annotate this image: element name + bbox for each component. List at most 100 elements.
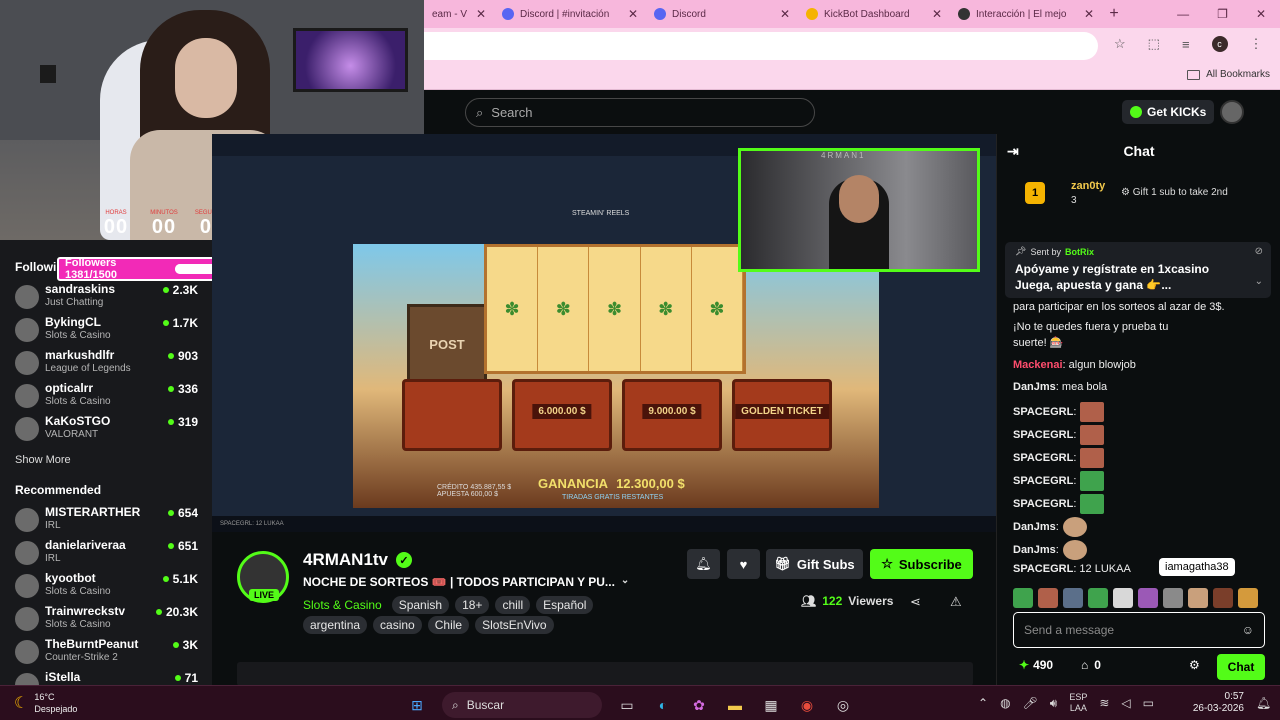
extensions-icon[interactable]: ⬚ [1148,36,1160,52]
get-kicks-button[interactable]: Get KICKs [1122,100,1215,124]
video-player[interactable]: STEAMIN' REELS POST ✽ ✽ ✽ ✽ ✽ 6.000.00 $… [212,134,996,532]
gifter-name[interactable]: zan0ty [1071,180,1105,192]
windows-start-icon[interactable]: ⊞ [406,694,428,716]
user-avatar[interactable] [1220,100,1244,124]
emote-icon[interactable] [1138,588,1158,608]
notifications-icon[interactable]: 🔔︎ [1256,696,1271,710]
sidebar-channel[interactable]: opticalrr Slots & Casino 336 [15,381,205,411]
category-link[interactable]: Slots & Casino [303,596,386,614]
gift-prompt[interactable]: ⚙ Gift 1 sub to take 2nd [1121,187,1228,198]
sidebar-channel[interactable]: kyootbot Slots & Casino 5.1K [15,571,205,601]
sidebar-channel[interactable]: Trainwreckstv Slots & Casino 20.3K [15,604,205,634]
hide-icon[interactable]: ⊘ [1255,246,1263,257]
task-view-icon[interactable]: ▭ [616,694,638,716]
store-icon[interactable]: ▦ [760,694,782,716]
channel-name[interactable]: 4RMAN1tv [303,550,388,570]
search-input[interactable]: ⌕ Search [465,98,815,127]
edge-icon[interactable]: ◐ [652,694,674,716]
close-window-icon[interactable]: ✕ [1256,7,1266,21]
follow-button[interactable]: ♥ [727,549,760,579]
browser-tab[interactable]: Discord | #invitación ✕ [494,0,646,28]
close-icon[interactable]: ✕ [628,7,638,21]
sidebar-channel[interactable]: sandraskins Just Chatting 2.3K [15,282,205,312]
message-user[interactable]: DanJms [1013,381,1056,393]
bookmark-star-icon[interactable]: ☆ [1114,36,1126,52]
chevron-up-icon[interactable]: ⌃ [978,696,988,710]
message-user[interactable]: SPACEGRL [1013,452,1073,464]
browser-tab[interactable]: eam - V ✕ [424,0,494,28]
tag[interactable]: casino [373,616,422,634]
store-points[interactable]: ⌂ 0 [1081,658,1101,672]
weather-widget[interactable]: ☾ 16°C Despejado [14,691,77,715]
message-user[interactable]: SPACEGRL [1013,475,1073,487]
tag[interactable]: Español [536,596,594,614]
all-bookmarks[interactable]: All Bookmarks [1187,69,1270,80]
show-more-button[interactable]: Show More [15,454,71,466]
emote-icon[interactable] [1063,588,1083,608]
gift-subs-button[interactable]: 🎁︎ Gift Subs [766,549,863,579]
omnibox[interactable] [424,32,1098,60]
tag[interactable]: 18+ [455,596,490,614]
tag[interactable]: chill [495,596,531,614]
emote-icon[interactable] [1163,588,1183,608]
tag[interactable]: Spanish [391,596,450,614]
minimize-icon[interactable]: — [1177,7,1189,21]
report-icon[interactable]: ⚠ [950,594,962,610]
volume-icon[interactable]: 🔊︎ [1050,696,1058,711]
copilot-icon[interactable]: ✿ [688,694,710,716]
message-user[interactable]: Mackenai [1013,359,1063,371]
new-tab-button[interactable]: + [1102,5,1126,23]
close-icon[interactable]: ✕ [1084,7,1094,21]
chevron-down-icon[interactable]: ⌄ [1255,276,1263,287]
taskbar-search[interactable]: ⌕ Buscar [442,692,602,718]
subscribe-button[interactable]: ☆ Subscribe [870,549,973,579]
emote-icon[interactable] [1213,588,1233,608]
clock[interactable]: 0:57 26-03-2026 [1192,691,1244,715]
chat-input[interactable]: Send a message ☺ [1013,612,1265,648]
sidebar-channel[interactable]: iStella 71 [15,670,205,685]
emote-icon[interactable] [1013,588,1033,608]
message-user[interactable]: SPACEGRL [1013,429,1073,441]
media-icon[interactable]: ≡ [1182,37,1190,52]
message-user[interactable]: SPACEGRL [1013,406,1073,418]
close-icon[interactable]: ✕ [932,7,942,21]
chevron-down-icon[interactable]: ⌄ [621,575,629,589]
message-user[interactable]: DanJms [1013,544,1056,556]
profile-avatar[interactable]: c [1211,36,1228,52]
send-chat-button[interactable]: Chat [1217,654,1265,680]
battery-icon[interactable]: ▭ [1143,696,1154,710]
maximize-icon[interactable]: ❐ [1217,7,1228,21]
sidebar-channel[interactable]: BykingCL Slots & Casino 1.7K [15,315,205,345]
obs-icon[interactable]: ◎ [832,694,854,716]
wifi-icon[interactable]: ≋ [1099,696,1109,710]
tag[interactable]: SlotsEnVivo [475,616,554,634]
close-icon[interactable]: ✕ [780,7,790,21]
sidebar-channel[interactable]: markushdlfr League of Legends 903 [15,348,205,378]
speaker-icon[interactable]: ◁ [1121,696,1130,710]
message-user[interactable]: SPACEGRL [1013,498,1073,510]
emoji-icon[interactable]: ☺ [1242,623,1254,637]
emote-icon[interactable] [1188,588,1208,608]
sidebar-channel[interactable]: KaKoSTGO VALORANT 319 [15,414,205,444]
browser-tab[interactable]: KickBot Dashboard ✕ [798,0,950,28]
notification-bell-button[interactable]: 🔔︎ [687,549,720,579]
channel-points[interactable]: ✦ 490 [1019,658,1053,672]
app-tray-icon[interactable]: ◍ [1000,696,1010,710]
collapse-chat-icon[interactable]: ⇥ [1007,143,1019,160]
browser-tab[interactable]: Discord ✕ [646,0,798,28]
emote-icon[interactable] [1238,588,1258,608]
language-indicator[interactable]: ESP LAA [1069,692,1087,714]
share-icon[interactable]: ⋖ [910,594,921,610]
emote-icon[interactable] [1113,588,1133,608]
message-user[interactable]: DanJms [1013,521,1056,533]
file-explorer-icon[interactable]: ▬ [724,694,746,716]
sidebar-channel[interactable]: MISTERARTHER IRL 654 [15,505,205,535]
tag[interactable]: Chile [427,616,470,634]
menu-icon[interactable]: ⋮ [1250,36,1263,52]
emote-icon[interactable] [1038,588,1058,608]
settings-icon[interactable]: ⚙ [1189,658,1200,672]
emote-icon[interactable] [1088,588,1108,608]
close-icon[interactable]: ✕ [476,7,486,21]
chrome-icon[interactable]: ◉ [796,694,818,716]
browser-tab[interactable]: Interacción | El mejo ✕ [950,0,1102,28]
